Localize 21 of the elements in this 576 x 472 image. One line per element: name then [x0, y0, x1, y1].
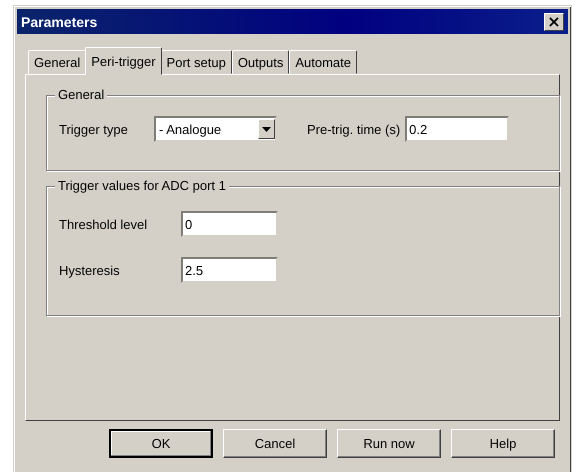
tab[interactable]: Peri-trigger [85, 47, 162, 75]
close-button[interactable]: × [544, 12, 564, 30]
field-label: Hysteresis [59, 262, 121, 278]
group-title: General [55, 87, 108, 102]
input-field[interactable]: 2.5 [181, 257, 278, 283]
input-field[interactable]: 0.2 [405, 116, 510, 142]
field-label: Threshold level [59, 216, 148, 232]
tab[interactable]: Outputs [232, 50, 290, 74]
dialog-button[interactable]: Help [451, 429, 555, 458]
tab[interactable]: General [28, 50, 86, 74]
input-field[interactable]: 0 [181, 211, 278, 237]
tab[interactable]: Automate [289, 50, 357, 74]
dialog-button[interactable]: OK [109, 429, 213, 458]
tab[interactable]: Port setup [160, 50, 232, 74]
group-title: Trigger values for ADC port 1 [55, 178, 229, 193]
field-label: Pre-trig. time (s) [307, 122, 400, 136]
window-title: Parameters [21, 14, 98, 30]
dialog-button[interactable]: Run now [337, 429, 441, 458]
dropdown[interactable]: - Analogue [154, 116, 277, 142]
dialog-button[interactable]: Cancel [223, 429, 327, 458]
field-label: Trigger type [59, 122, 129, 136]
